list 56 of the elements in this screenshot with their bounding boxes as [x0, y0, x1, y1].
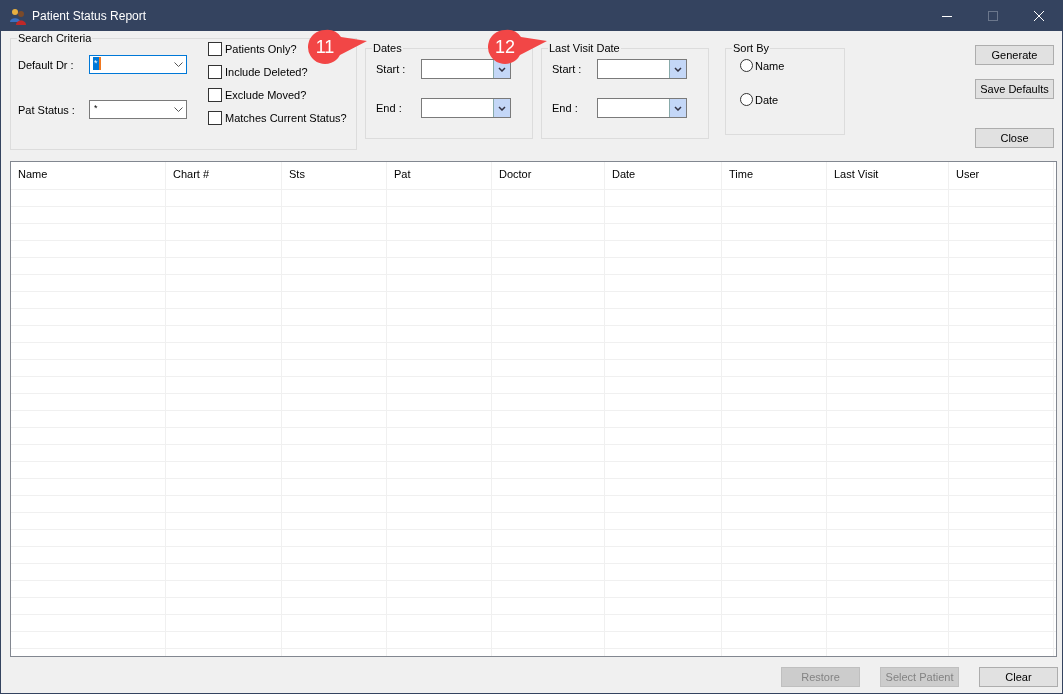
checkbox-label: Exclude Moved? [225, 89, 307, 101]
column-header[interactable]: Date [605, 162, 722, 189]
field-label: End : [376, 102, 403, 114]
radio-label: Name [755, 59, 785, 72]
chevron-down-icon [498, 105, 506, 111]
checkbox-label: Matches Current Status? [225, 112, 347, 124]
action-button[interactable]: Save Defaults [975, 79, 1054, 99]
group-label: Search Criteria [17, 32, 93, 44]
checkbox[interactable] [208, 42, 222, 56]
column-header[interactable]: Pat [387, 162, 492, 189]
checkbox[interactable] [208, 111, 222, 125]
step-callout: 11 [307, 29, 367, 65]
checkbox-label: Include Deleted? [225, 66, 308, 78]
dropdown-field[interactable]: * [89, 55, 187, 74]
date-picker[interactable] [421, 98, 511, 118]
radio-button[interactable] [740, 93, 753, 106]
checkbox[interactable] [208, 88, 222, 102]
field-label: Pat Status : [18, 103, 76, 116]
chevron-down-icon [174, 62, 183, 67]
chevron-down-icon [498, 66, 506, 72]
radio-button[interactable] [740, 59, 753, 72]
date-picker[interactable] [421, 59, 511, 79]
action-button[interactable]: Close [975, 128, 1054, 148]
checkbox[interactable] [208, 65, 222, 79]
field-label: End : [552, 102, 579, 114]
action-button[interactable]: Generate [975, 45, 1054, 65]
checkbox-label: Patients Only? [225, 43, 297, 55]
maximize-icon [988, 11, 998, 21]
column-header[interactable]: Last Visit [827, 162, 949, 189]
column-header[interactable]: User [949, 162, 1054, 189]
date-picker[interactable] [597, 98, 687, 118]
chevron-down-icon [174, 107, 183, 112]
column-header[interactable]: Name [11, 162, 166, 189]
date-picker[interactable] [597, 59, 687, 79]
field-value: * [93, 102, 99, 115]
radio-label: Date [755, 93, 779, 106]
column-header[interactable]: Chart # [166, 162, 282, 189]
chevron-down-icon [674, 105, 682, 111]
field-label: Default Dr : [18, 58, 75, 71]
column-header[interactable]: Sts [282, 162, 387, 189]
group-label: Dates [372, 42, 403, 54]
group-label: Last Visit Date [548, 42, 621, 54]
group-label: Sort By [732, 42, 771, 54]
field-label: Start : [552, 63, 583, 75]
people-icon [10, 7, 26, 25]
minimize-icon [942, 15, 952, 17]
column-header[interactable]: Time [722, 162, 827, 189]
step-callout: 12 [487, 29, 547, 65]
field-label: Start : [376, 63, 407, 75]
action-button[interactable]: Clear [979, 667, 1058, 687]
field-value: * [93, 57, 101, 70]
column-header[interactable]: Doctor [492, 162, 605, 189]
window-title: Patient Status Report [32, 9, 148, 23]
close-icon [1034, 11, 1044, 21]
chevron-down-icon [674, 66, 682, 72]
dropdown-field[interactable]: * [89, 100, 187, 119]
